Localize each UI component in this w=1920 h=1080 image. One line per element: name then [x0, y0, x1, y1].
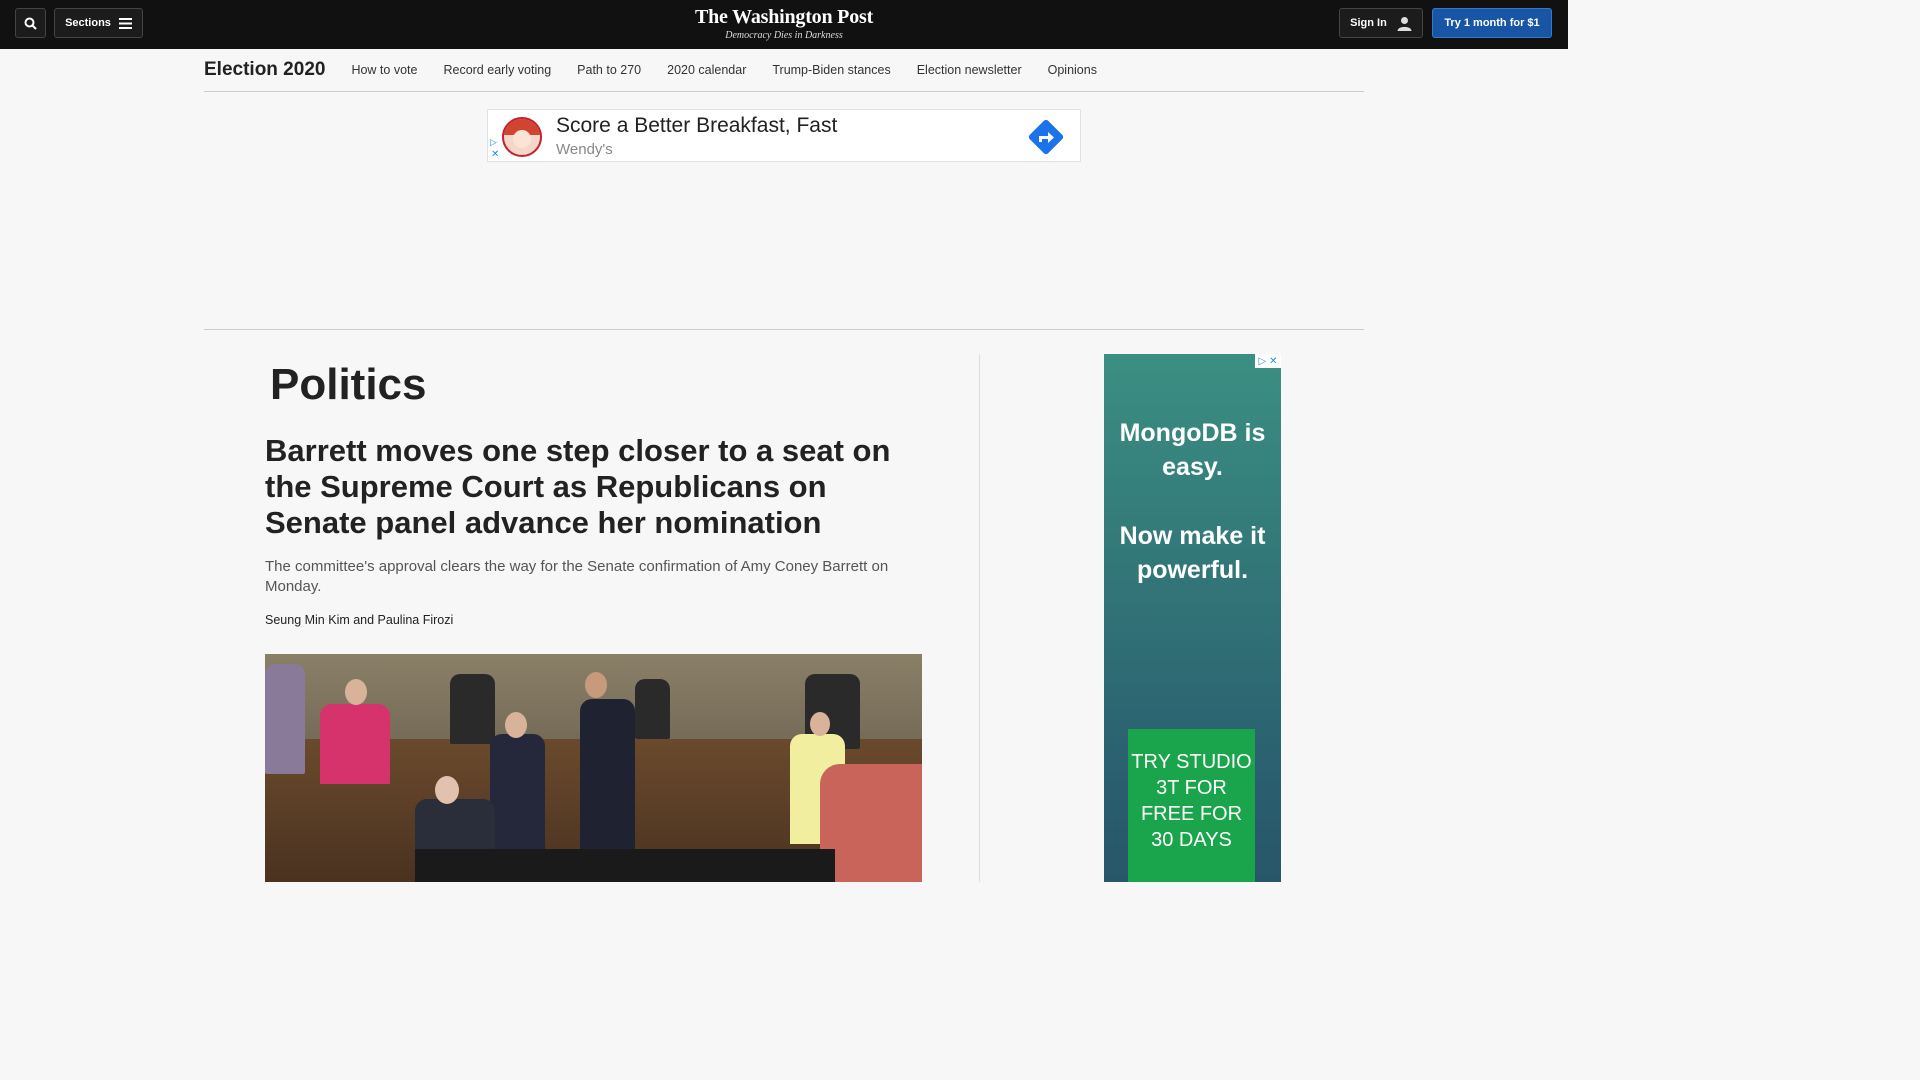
nav-link-path-to-270[interactable]: Path to 270 [577, 63, 641, 77]
nav-link-2020-calendar[interactable]: 2020 calendar [667, 63, 746, 77]
wendys-logo [502, 117, 542, 157]
side-ad-line1: MongoDB is easy. [1119, 419, 1266, 481]
section-label[interactable]: Politics [270, 360, 427, 410]
top-banner-ad[interactable]: ▷ ✕ Score a Better Breakfast, Fast Wendy… [487, 109, 1081, 162]
divider [204, 329, 1364, 330]
article-photo [265, 654, 922, 882]
nav-link-how-to-vote[interactable]: How to vote [351, 63, 417, 77]
nav-link-opinions[interactable]: Opinions [1048, 63, 1097, 77]
ad-brand: Wendy's [556, 141, 613, 158]
subscribe-button[interactable]: Try 1 month for $1 [1432, 8, 1552, 38]
nav-link-trump-biden-stances[interactable]: Trump-Biden stances [772, 63, 890, 77]
logo-title: The Washington Post [694, 6, 874, 28]
side-ad-line2: Now make it powerful. [1119, 522, 1266, 584]
side-ad-cta-button[interactable]: TRY STUDIO 3T FOR FREE FOR 30 DAYS [1128, 729, 1255, 882]
directions-arrow-icon[interactable] [1028, 119, 1064, 155]
nav-link-election-newsletter[interactable]: Election newsletter [917, 63, 1022, 77]
sign-in-label: Sign In [1350, 17, 1387, 29]
logo-tagline: Democracy Dies in Darkness [725, 30, 843, 41]
ad-close-icon[interactable]: ✕ [491, 149, 499, 160]
ad-headline: Score a Better Breakfast, Fast [556, 114, 838, 137]
top-navigation-bar: Sections The Washington Post Democracy D… [0, 0, 1568, 49]
user-icon [1397, 16, 1412, 31]
election-2020-nav: Election 2020 How to vote Record early v… [204, 49, 1364, 92]
nav-link-record-early-voting[interactable]: Record early voting [443, 63, 551, 77]
article-headline: Barrett moves one step closer to a seat … [265, 433, 891, 540]
side-ad[interactable]: ▷ ✕ MongoDB is easy. Now make it powerful… [1104, 354, 1281, 882]
article-subheadline: The committee's approval clears the way … [265, 558, 889, 595]
election-nav-title[interactable]: Election 2020 [204, 59, 325, 81]
ad-choices-icon[interactable]: ▷ [490, 137, 497, 148]
column-divider [979, 354, 980, 882]
sign-in-button[interactable]: Sign In [1339, 8, 1423, 38]
ad-choices-icon[interactable]: ▷ ✕ [1255, 354, 1281, 368]
article-byline[interactable]: Seung Min Kim and Paulina Firozi [265, 613, 453, 627]
washington-post-logo[interactable]: The Washington Post Democracy Dies in Da… [0, 6, 1568, 41]
